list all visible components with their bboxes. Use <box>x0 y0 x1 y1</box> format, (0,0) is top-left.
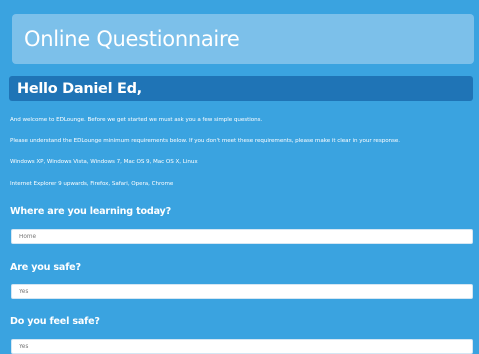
greeting-bar: Hello Daniel Ed, <box>9 76 473 101</box>
feel-safe-input[interactable] <box>11 339 473 354</box>
page-title: Online Questionnaire <box>24 27 240 51</box>
intro-welcome-text: And welcome to EDLounge. Before we get s… <box>10 117 263 123</box>
question-feel-safe-label: Do you feel safe? <box>10 316 100 327</box>
question-learning-location-label: Where are you learning today? <box>10 206 171 217</box>
are-you-safe-input[interactable] <box>11 284 473 299</box>
question-are-you-safe-label: Are you safe? <box>10 262 81 273</box>
learning-location-input[interactable] <box>11 229 473 244</box>
intro-browser-requirements: Internet Explorer 9 upwards, Firefox, Sa… <box>10 181 174 187</box>
intro-os-requirements: Windows XP, Windows Vista, Windows 7, Ma… <box>10 159 198 165</box>
questionnaire-page: Online Questionnaire Hello Daniel Ed, An… <box>0 0 479 354</box>
greeting-text: Hello Daniel Ed, <box>17 80 142 97</box>
intro-requirements-text: Please understand the EDLounge minimum r… <box>10 138 401 144</box>
title-banner: Online Questionnaire <box>12 14 474 64</box>
